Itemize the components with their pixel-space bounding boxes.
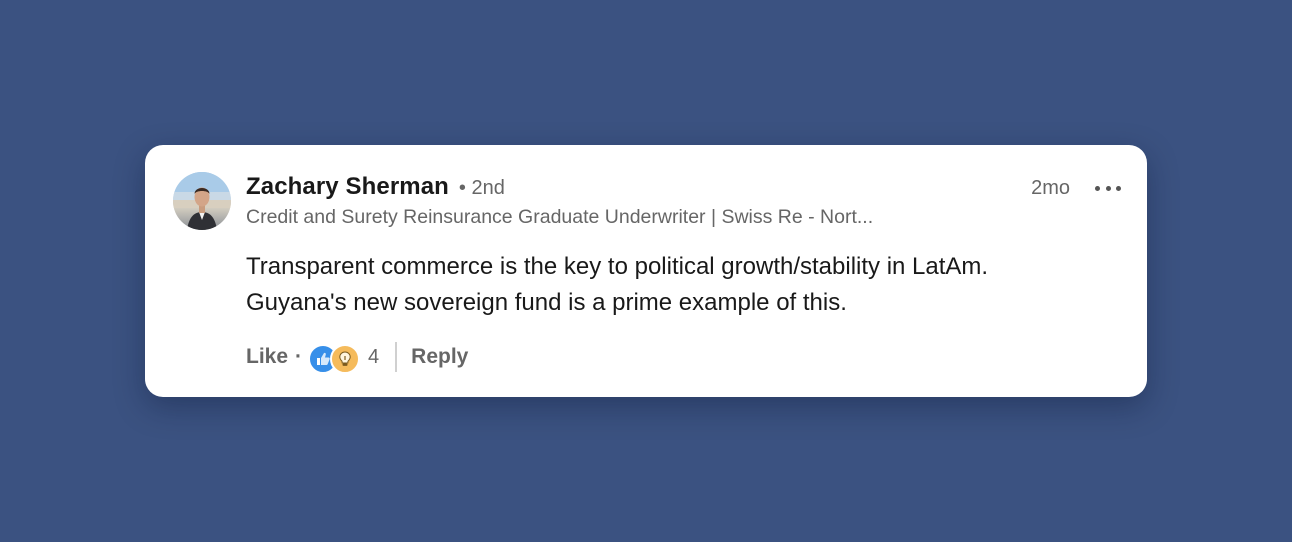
insightful-icon: [330, 344, 361, 374]
more-dot: [1095, 185, 1100, 191]
reactions-summary[interactable]: [308, 343, 361, 374]
more-options-icon[interactable]: [1095, 181, 1121, 195]
comment-timestamp: 2mo: [1031, 177, 1070, 199]
author-row: Zachary Sherman • 2nd: [246, 173, 505, 201]
actions-divider: [395, 342, 398, 372]
comment-actions: Like · 4 Reply: [246, 342, 468, 374]
comment-text-line: Guyana's new sovereign fund is a prime e…: [246, 289, 847, 316]
connection-degree: • 2nd: [458, 177, 505, 199]
separator-dot: ·: [295, 345, 303, 368]
like-button[interactable]: Like: [246, 345, 288, 369]
reply-button[interactable]: Reply: [411, 345, 468, 369]
comment-text-line: Transparent commerce is the key to polit…: [246, 253, 989, 280]
author-name[interactable]: Zachary Sherman: [246, 173, 449, 201]
author-avatar[interactable]: [173, 172, 231, 230]
author-headline: Credit and Surety Reinsurance Graduate U…: [246, 206, 874, 228]
comment-card: Zachary Sherman • 2nd Credit and Surety …: [145, 145, 1147, 397]
more-dot: [1105, 185, 1111, 191]
comment-text: Transparent commerce is the key to polit…: [246, 249, 1126, 321]
avatar-photo: [173, 172, 231, 230]
reaction-count[interactable]: 4: [368, 346, 379, 369]
more-dot: [1116, 185, 1121, 191]
